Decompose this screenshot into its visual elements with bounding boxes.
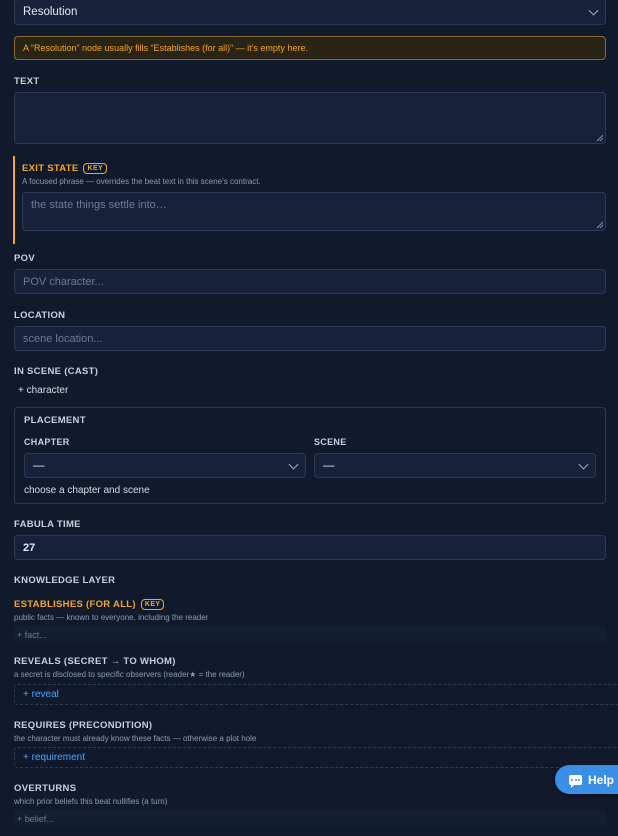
chapter-value: —: [33, 459, 45, 472]
text-area[interactable]: [14, 92, 606, 144]
exit-state-placeholder: the state things settle into…: [31, 199, 167, 211]
pov-label: POV: [14, 253, 35, 264]
chapter-label: CHAPTER: [24, 437, 70, 447]
requires-label: REQUIRES (PRECONDITION): [14, 720, 153, 731]
requires-hint: the character must already know these fa…: [14, 734, 257, 743]
help-button[interactable]: Help: [555, 765, 618, 794]
node-type-value: Resolution: [23, 6, 78, 18]
node-type-select[interactable]: Resolution: [14, 0, 606, 25]
add-belief-placeholder: + belief...: [17, 813, 54, 824]
exit-state-accent-bar: [13, 156, 15, 244]
resize-handle-icon[interactable]: [597, 135, 603, 141]
fabula-time-label: FABULA TIME: [14, 519, 81, 530]
chevron-down-icon: [578, 459, 589, 470]
add-requirement-button[interactable]: + requirement: [14, 747, 618, 768]
location-label: LOCATION: [14, 310, 66, 321]
establishes-label: ESTABLISHES (FOR ALL): [14, 599, 136, 611]
warning-text: A “Resolution” node usually fills “Estab…: [23, 43, 308, 53]
chat-bubble-icon: [569, 774, 582, 788]
knowledge-layer-label: KNOWLEDGE LAYER: [14, 575, 116, 586]
scene-label: SCENE: [314, 437, 347, 447]
key-badge: KEY: [83, 163, 108, 174]
exit-state-heading: EXIT STATE KEY: [22, 163, 108, 175]
establishes-hint: public facts — known to everyone, includ…: [14, 613, 209, 622]
pov-input[interactable]: [14, 269, 606, 294]
reveals-hint: a secret is disclosed to specific observ…: [14, 670, 245, 679]
add-requirement-label: + requirement: [23, 752, 85, 763]
chevron-down-icon: [588, 5, 599, 16]
resize-handle-icon[interactable]: [597, 222, 603, 228]
warning-banner: A “Resolution” node usually fills “Estab…: [14, 36, 606, 60]
add-reveal-label: + reveal: [23, 689, 59, 700]
add-fact-placeholder: + fact...: [17, 629, 47, 640]
key-badge: KEY: [140, 599, 165, 610]
cast-label: IN SCENE (CAST): [14, 366, 99, 377]
overturns-label: OVERTURNS: [14, 783, 77, 794]
exit-state-input[interactable]: the state things settle into…: [22, 192, 606, 231]
chapter-select[interactable]: —: [24, 453, 306, 478]
scene-select[interactable]: —: [314, 453, 596, 478]
placement-note: choose a chapter and scene: [24, 485, 150, 496]
scene-value: —: [323, 459, 335, 472]
add-character-button[interactable]: + character: [18, 385, 68, 396]
reveals-label: REVEALS (SECRET → TO WHOM): [14, 656, 176, 667]
chevron-down-icon: [288, 459, 299, 470]
overturns-hint: which prior beliefs this beat nullifies …: [14, 797, 168, 806]
placement-title: PLACEMENT: [24, 415, 86, 426]
add-reveal-button[interactable]: + reveal: [14, 684, 618, 705]
exit-state-label: EXIT STATE: [22, 163, 79, 175]
exit-state-hint: A focused phrase — overrides the beat te…: [22, 177, 261, 186]
help-label: Help: [588, 772, 615, 787]
add-belief-input[interactable]: + belief...: [14, 810, 606, 827]
location-input[interactable]: [14, 326, 606, 351]
fabula-time-input[interactable]: [14, 535, 606, 560]
add-fact-input[interactable]: + fact...: [14, 626, 606, 643]
text-label: TEXT: [14, 76, 40, 87]
establishes-heading: ESTABLISHES (FOR ALL) KEY: [14, 599, 165, 611]
